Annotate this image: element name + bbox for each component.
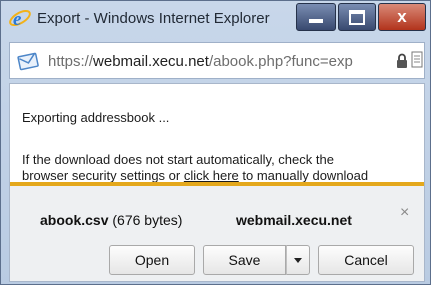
minimize-button[interactable] [296,3,336,31]
hint-line-1: If the download does not start automatic… [22,152,334,167]
svg-text:e: e [13,9,22,30]
save-options-dropdown-button[interactable] [286,245,310,275]
maximize-button[interactable] [338,3,376,31]
manual-download-link[interactable]: click here [184,168,239,183]
open-button[interactable]: Open [109,245,195,275]
close-icon: x [397,7,407,26]
mail-icon [17,52,39,71]
title-bar[interactable]: e Export - Windows Internet Explorer x [1,1,430,37]
minimize-icon [309,19,323,23]
download-hint-text: If the download does not start automatic… [22,152,368,184]
hint-line-2-before: browser security settings or [22,168,184,183]
download-notification-bar: abook.csv (676 bytes) webmail.xecu.net ×… [10,182,424,281]
download-filesize: (676 bytes) [112,212,183,228]
lock-icon[interactable] [396,53,408,68]
url-text[interactable]: https://webmail.xecu.net/abook.php?func=… [48,53,353,70]
notification-close-icon[interactable]: × [400,204,409,222]
maximize-icon [349,9,365,25]
export-status-text: Exporting addressbook ... [22,110,170,125]
address-bar[interactable]: https://webmail.xecu.net/abook.php?func=… [9,42,425,79]
download-source-site: webmail.xecu.net [236,212,352,228]
download-filename: abook.csv [40,212,109,228]
window-title: Export - Windows Internet Explorer [37,10,270,27]
download-file-info: abook.csv (676 bytes) [40,212,182,228]
ie-popup-window: e Export - Windows Internet Explorer x h… [0,0,431,285]
page-content: Exporting addressbook ... If the downloa… [9,83,425,282]
save-button[interactable]: Save [203,245,286,275]
hint-line-2-after: to manually download [238,168,369,183]
ie-logo-icon: e [9,9,31,30]
close-window-button[interactable]: x [378,3,426,31]
url-host: webmail.xecu.net [93,53,209,70]
dropdown-arrow-icon [294,257,302,263]
url-path: /abook.php?func=exp [208,53,353,70]
cancel-button[interactable]: Cancel [318,245,414,275]
page-icon[interactable] [411,51,423,69]
url-scheme: https:// [48,53,94,70]
